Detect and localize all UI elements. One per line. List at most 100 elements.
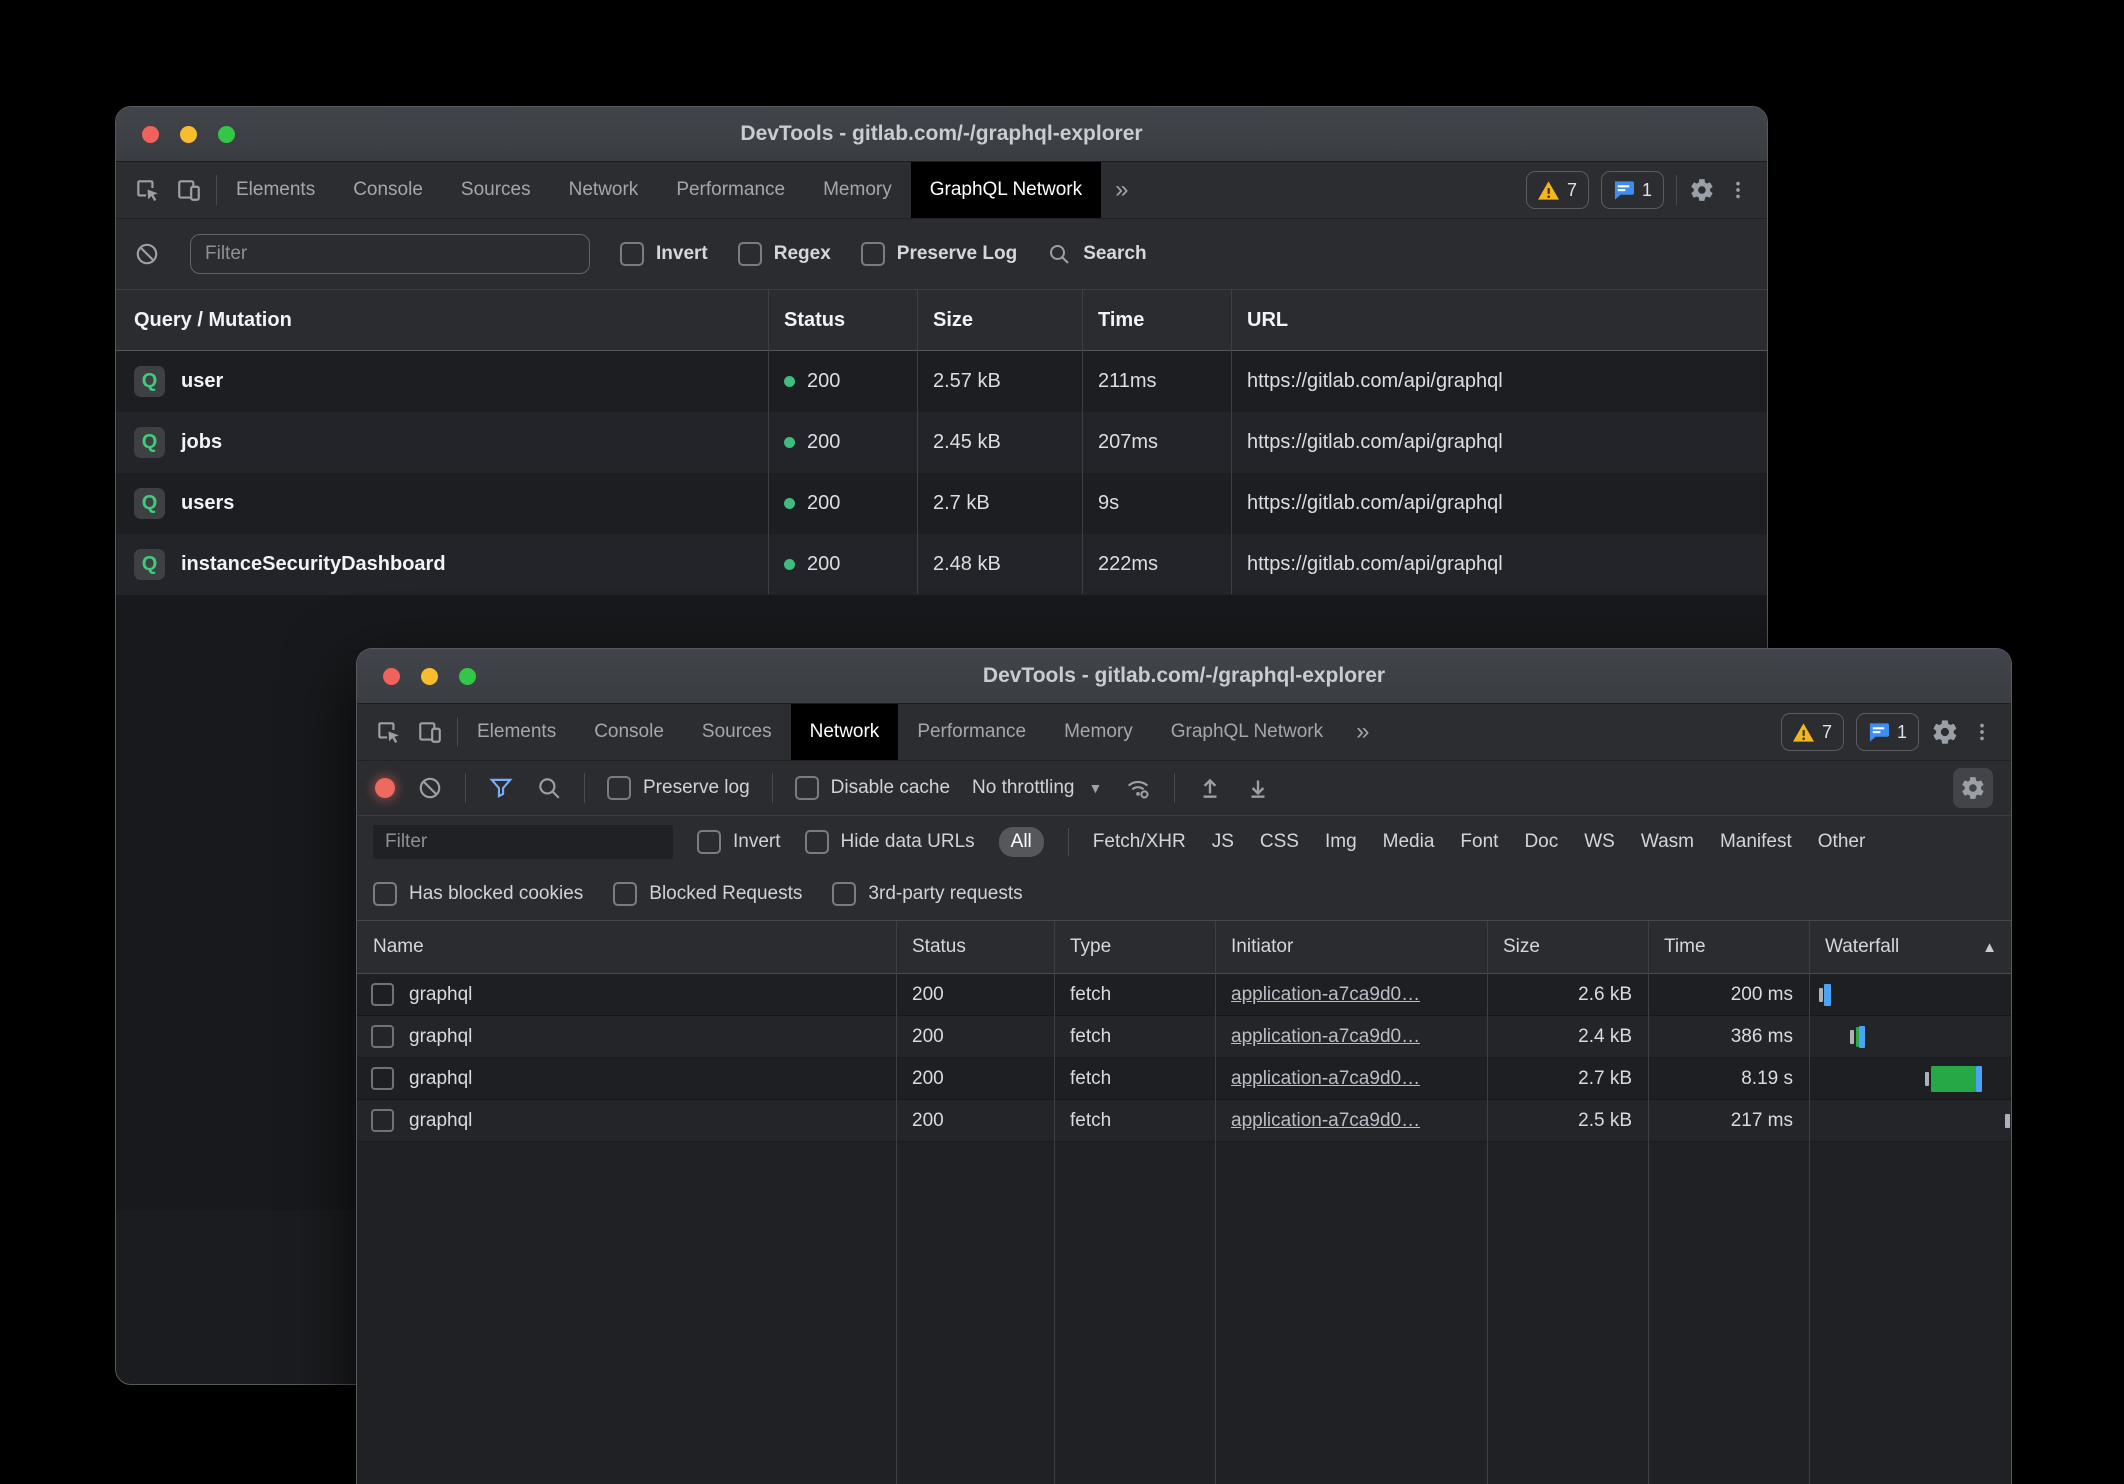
filter-chip-img[interactable]: Img [1325, 831, 1357, 853]
table-row[interactable]: Qusers 200 2.7 kB 9s https://gitlab.com/… [116, 473, 1767, 534]
column-header-status[interactable]: Status [768, 290, 917, 350]
clear-icon[interactable] [134, 241, 160, 267]
minimize-button[interactable] [180, 126, 197, 143]
preserve-log-checkbox[interactable] [607, 776, 631, 800]
hide-data-urls-checkbox-group[interactable]: Hide data URLs [805, 830, 975, 854]
table-row[interactable]: QinstanceSecurityDashboard 200 2.48 kB 2… [116, 534, 1767, 595]
column-header-initiator[interactable]: Initiator [1215, 921, 1487, 973]
tab-elements[interactable]: Elements [217, 162, 334, 218]
tab-elements[interactable]: Elements [458, 704, 575, 760]
record-button[interactable] [375, 778, 395, 798]
has-blocked-cookies-checkbox-group[interactable]: Has blocked cookies [373, 882, 583, 906]
tab-performance[interactable]: Performance [657, 162, 804, 218]
table-row[interactable]: graphql 200 fetch application-a7ca9d0… 2… [357, 1058, 2011, 1100]
row-checkbox[interactable] [371, 983, 394, 1006]
column-header-status[interactable]: Status [896, 921, 1054, 973]
column-header-type[interactable]: Type [1054, 921, 1215, 973]
third-party-requests-checkbox[interactable] [832, 882, 856, 906]
column-header-name[interactable]: Name [357, 921, 896, 973]
minimize-button[interactable] [421, 668, 438, 685]
filter-chip-fetch-xhr[interactable]: Fetch/XHR [1093, 831, 1186, 853]
filter-chip-other[interactable]: Other [1818, 831, 1866, 853]
tab-graphql-network[interactable]: GraphQL Network [1152, 704, 1342, 760]
tab-console[interactable]: Console [575, 704, 683, 760]
table-row[interactable]: Quser 200 2.57 kB 211ms https://gitlab.c… [116, 351, 1767, 412]
disable-cache-checkbox-group[interactable]: Disable cache [795, 776, 950, 800]
more-tabs-icon[interactable]: » [1101, 162, 1142, 218]
more-tabs-icon[interactable]: » [1342, 704, 1383, 760]
filter-chip-doc[interactable]: Doc [1524, 831, 1558, 853]
tab-memory[interactable]: Memory [1045, 704, 1152, 760]
tab-performance[interactable]: Performance [898, 704, 1045, 760]
invert-checkbox-group[interactable]: Invert [620, 242, 708, 266]
inspect-element-icon[interactable] [375, 719, 401, 745]
throttling-dropdown[interactable]: No throttling ▼ [972, 777, 1102, 799]
initiator-link[interactable]: application-a7ca9d0… [1231, 1110, 1420, 1132]
zoom-button[interactable] [218, 126, 235, 143]
initiator-link[interactable]: application-a7ca9d0… [1231, 984, 1420, 1006]
search-button[interactable]: Search [1047, 242, 1146, 266]
invert-checkbox[interactable] [697, 830, 721, 854]
row-checkbox[interactable] [371, 1109, 394, 1132]
filter-chip-all[interactable]: All [999, 827, 1044, 857]
kebab-menu-icon[interactable] [1971, 721, 1993, 743]
column-header-time[interactable]: Time [1082, 290, 1231, 350]
preserve-log-checkbox-group[interactable]: Preserve log [607, 776, 750, 800]
tab-console[interactable]: Console [334, 162, 442, 218]
device-toolbar-icon[interactable] [417, 719, 443, 745]
table-row[interactable]: graphql 200 fetch application-a7ca9d0… 2… [357, 1016, 2011, 1058]
row-checkbox[interactable] [371, 1025, 394, 1048]
disable-cache-checkbox[interactable] [795, 776, 819, 800]
tab-sources[interactable]: Sources [442, 162, 550, 218]
filter-input[interactable] [373, 825, 673, 859]
hide-data-urls-checkbox[interactable] [805, 830, 829, 854]
tab-sources[interactable]: Sources [683, 704, 791, 760]
filter-funnel-icon[interactable] [488, 775, 514, 801]
invert-checkbox[interactable] [620, 242, 644, 266]
tab-graphql-network[interactable]: GraphQL Network [911, 162, 1101, 218]
inspect-element-icon[interactable] [134, 177, 160, 203]
filter-chip-css[interactable]: CSS [1260, 831, 1299, 853]
regex-checkbox[interactable] [738, 242, 762, 266]
settings-gear-icon[interactable] [1931, 718, 1959, 746]
filter-chip-manifest[interactable]: Manifest [1720, 831, 1792, 853]
issues-badge[interactable]: 1 [1856, 713, 1919, 751]
has-blocked-cookies-checkbox[interactable] [373, 882, 397, 906]
table-row[interactable]: graphql 200 fetch application-a7ca9d0… 2… [357, 1100, 2011, 1142]
column-header-size[interactable]: Size [917, 290, 1082, 350]
preserve-log-checkbox-group[interactable]: Preserve Log [861, 242, 1017, 266]
network-settings-gear-icon[interactable] [1953, 768, 1993, 808]
regex-checkbox-group[interactable]: Regex [738, 242, 831, 266]
filter-chip-media[interactable]: Media [1383, 831, 1435, 853]
column-header-waterfall[interactable]: Waterfall ▲ [1809, 921, 2011, 973]
tab-memory[interactable]: Memory [804, 162, 911, 218]
column-header-query-mutation[interactable]: Query / Mutation [116, 290, 768, 350]
filter-chip-font[interactable]: Font [1460, 831, 1498, 853]
warnings-badge[interactable]: 7 [1526, 171, 1589, 209]
settings-gear-icon[interactable] [1689, 177, 1715, 203]
close-button[interactable] [142, 126, 159, 143]
search-icon[interactable] [536, 775, 562, 801]
column-header-time[interactable]: Time [1648, 921, 1809, 973]
initiator-link[interactable]: application-a7ca9d0… [1231, 1068, 1420, 1090]
close-button[interactable] [383, 668, 400, 685]
filter-chip-wasm[interactable]: Wasm [1641, 831, 1694, 853]
blocked-requests-checkbox-group[interactable]: Blocked Requests [613, 882, 802, 906]
preserve-log-checkbox[interactable] [861, 242, 885, 266]
column-header-url[interactable]: URL [1231, 290, 1767, 350]
tab-network[interactable]: Network [550, 162, 658, 218]
network-conditions-icon[interactable] [1124, 774, 1152, 802]
clear-icon[interactable] [417, 775, 443, 801]
kebab-menu-icon[interactable] [1727, 179, 1749, 201]
table-row[interactable]: Qjobs 200 2.45 kB 207ms https://gitlab.c… [116, 412, 1767, 473]
device-toolbar-icon[interactable] [176, 177, 202, 203]
invert-checkbox-group[interactable]: Invert [697, 830, 781, 854]
export-har-icon[interactable] [1245, 775, 1271, 801]
initiator-link[interactable]: application-a7ca9d0… [1231, 1026, 1420, 1048]
tab-network[interactable]: Network [791, 704, 899, 760]
table-row[interactable]: graphql 200 fetch application-a7ca9d0… 2… [357, 974, 2011, 1016]
third-party-requests-checkbox-group[interactable]: 3rd-party requests [832, 882, 1022, 906]
row-checkbox[interactable] [371, 1067, 394, 1090]
filter-chip-ws[interactable]: WS [1584, 831, 1615, 853]
zoom-button[interactable] [459, 668, 476, 685]
